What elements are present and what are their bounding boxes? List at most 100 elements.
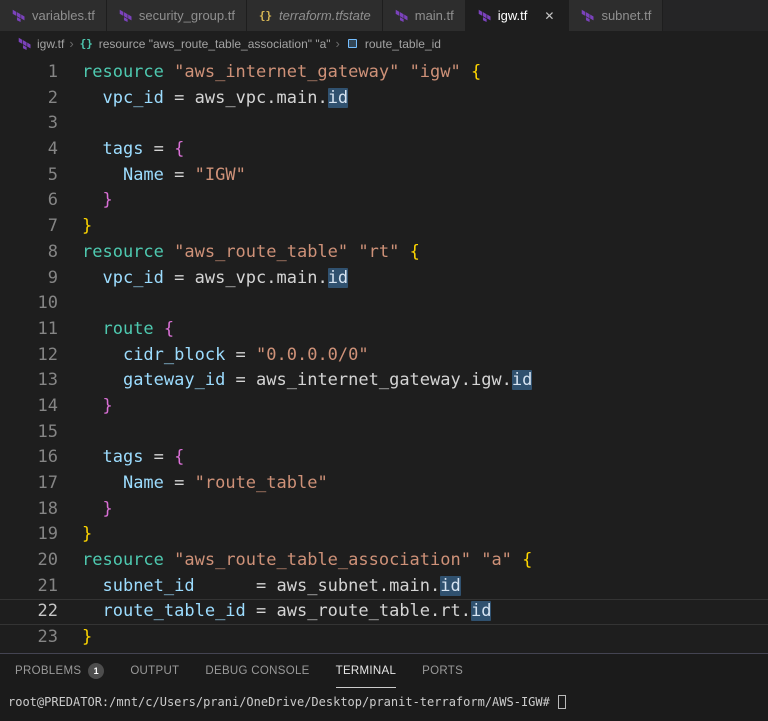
vscode-window: variables.tf security_group.tf {}terraform… <box>0 0 768 721</box>
code-text <box>58 291 82 317</box>
code-line-4[interactable]: 4 tags = { <box>0 137 768 163</box>
code-text: } <box>58 522 92 548</box>
code-line-20[interactable]: 20resource "aws_route_table_association"… <box>0 548 768 574</box>
code-editor[interactable]: 1resource "aws_internet_gateway" "igw" {… <box>0 56 768 653</box>
code-text: vpc_id = aws_vpc.main.id <box>58 266 348 292</box>
code-line-5[interactable]: 5 Name = "IGW" <box>0 163 768 189</box>
breadcrumb: igw.tf › {} resource "aws_route_table_assoc… <box>0 31 768 56</box>
code-text: resource "aws_route_table_association" "… <box>58 548 532 574</box>
code-line-12[interactable]: 12 cidr_block = "0.0.0.0/0" <box>0 343 768 369</box>
close-icon[interactable]: ✕ <box>541 8 557 24</box>
breadcrumb-item-1[interactable]: {} resource "aws_route_table_association"… <box>79 37 331 51</box>
line-number: 12 <box>0 343 58 369</box>
line-number: 18 <box>0 497 58 523</box>
code-line-10[interactable]: 10 <box>0 291 768 317</box>
code-line-2[interactable]: 2 vpc_id = aws_vpc.main.id <box>0 86 768 112</box>
code-text: route { <box>58 317 174 343</box>
tab-label: subnet.tf <box>601 8 651 23</box>
line-number: 15 <box>0 420 58 446</box>
code-text: } <box>58 188 113 214</box>
breadcrumb-item-2[interactable]: route_table_id <box>345 37 441 51</box>
editor-tab-security_group-tf[interactable]: security_group.tf <box>107 0 247 31</box>
code-line-8[interactable]: 8resource "aws_route_table" "rt" { <box>0 240 768 266</box>
code-line-23[interactable]: 23} <box>0 625 768 651</box>
code-line-11[interactable]: 11 route { <box>0 317 768 343</box>
code-line-3[interactable]: 3 <box>0 111 768 137</box>
problems-count-badge: 1 <box>88 663 104 679</box>
code-line-17[interactable]: 17 Name = "route_table" <box>0 471 768 497</box>
breadcrumb-label: route_table_id <box>365 37 441 51</box>
panel-tab-bar: PROBLEMS1 OUTPUT DEBUG CONSOLE TERMINAL PORT… <box>0 654 768 688</box>
code-text: } <box>58 394 113 420</box>
code-line-9[interactable]: 9 vpc_id = aws_vpc.main.id <box>0 266 768 292</box>
terraform-icon <box>11 9 26 22</box>
terraform-icon <box>394 9 409 22</box>
breadcrumb-separator: › <box>69 36 73 51</box>
breadcrumb-item-0[interactable]: igw.tf <box>17 37 64 51</box>
terraform-icon <box>477 9 492 22</box>
code-text: tags = { <box>58 137 184 163</box>
panel-tab-terminal[interactable]: TERMINAL <box>336 654 397 688</box>
line-number: 6 <box>0 188 58 214</box>
line-number: 21 <box>0 574 58 600</box>
code-text: tags = { <box>58 445 184 471</box>
code-line-16[interactable]: 16 tags = { <box>0 445 768 471</box>
terraform-icon <box>118 9 133 22</box>
panel-tab-ports[interactable]: PORTS <box>422 654 463 688</box>
panel-tab-problems[interactable]: PROBLEMS1 <box>15 654 104 688</box>
line-number: 4 <box>0 137 58 163</box>
code-line-14[interactable]: 14 } <box>0 394 768 420</box>
bottom-panel: PROBLEMS1 OUTPUT DEBUG CONSOLE TERMINAL PORT… <box>0 653 768 721</box>
tab-label: variables.tf <box>32 8 95 23</box>
tab-label: security_group.tf <box>139 8 235 23</box>
line-number: 17 <box>0 471 58 497</box>
editor-tab-terraform-tfstate[interactable]: {}terraform.tfstate <box>247 0 383 31</box>
line-number: 5 <box>0 163 58 189</box>
symbol-namespace-icon: {} <box>79 37 94 50</box>
code-text: resource "aws_route_table" "rt" { <box>58 240 420 266</box>
terminal-cursor <box>558 695 566 709</box>
code-line-15[interactable]: 15 <box>0 420 768 446</box>
tab-label: main.tf <box>415 8 454 23</box>
code-text <box>58 111 82 137</box>
code-line-19[interactable]: 19} <box>0 522 768 548</box>
breadcrumb-separator: › <box>336 36 340 51</box>
line-number: 19 <box>0 522 58 548</box>
code-text: Name = "route_table" <box>58 471 328 497</box>
editor-tab-igw-tf[interactable]: igw.tf✕ <box>466 0 570 31</box>
panel-tab-label: DEBUG CONSOLE <box>205 665 309 677</box>
code-line-18[interactable]: 18 } <box>0 497 768 523</box>
line-number: 9 <box>0 266 58 292</box>
symbol-field-icon <box>345 39 360 48</box>
editor-tab-main-tf[interactable]: main.tf <box>383 0 466 31</box>
panel-tab-output[interactable]: OUTPUT <box>130 654 179 688</box>
code-line-13[interactable]: 13 gateway_id = aws_internet_gateway.igw… <box>0 368 768 394</box>
code-text: } <box>58 625 92 651</box>
panel-tab-label: PORTS <box>422 665 463 677</box>
code-text: } <box>58 497 113 523</box>
line-number: 2 <box>0 86 58 112</box>
editor-tab-variables-tf[interactable]: variables.tf <box>0 0 107 31</box>
breadcrumb-label: resource "aws_route_table_association" "… <box>99 37 331 51</box>
panel-tab-debug-console[interactable]: DEBUG CONSOLE <box>205 654 309 688</box>
code-text: gateway_id = aws_internet_gateway.igw.id <box>58 368 532 394</box>
code-text: resource "aws_internet_gateway" "igw" { <box>58 60 481 86</box>
terminal[interactable]: root@PREDATOR:/mnt/c/Users/prani/OneDriv… <box>0 688 768 709</box>
terraform-icon <box>580 9 595 22</box>
code-text: vpc_id = aws_vpc.main.id <box>58 86 348 112</box>
line-number: 3 <box>0 111 58 137</box>
terminal-prompt: root@PREDATOR:/mnt/c/Users/prani/OneDriv… <box>8 695 550 709</box>
line-number: 20 <box>0 548 58 574</box>
code-line-7[interactable]: 7} <box>0 214 768 240</box>
code-line-6[interactable]: 6 } <box>0 188 768 214</box>
code-line-1[interactable]: 1resource "aws_internet_gateway" "igw" { <box>0 60 768 86</box>
line-number: 7 <box>0 214 58 240</box>
code-line-21[interactable]: 21 subnet_id = aws_subnet.main.id <box>0 574 768 600</box>
editor-tab-bar: variables.tf security_group.tf {}terraform… <box>0 0 768 31</box>
panel-tab-label: OUTPUT <box>130 665 179 677</box>
code-text: subnet_id = aws_subnet.main.id <box>58 574 461 600</box>
code-text: cidr_block = "0.0.0.0/0" <box>58 343 369 369</box>
code-line-22[interactable]: 22 route_table_id = aws_route_table.rt.i… <box>0 599 768 625</box>
editor-tab-subnet-tf[interactable]: subnet.tf <box>569 0 663 31</box>
line-number: 13 <box>0 368 58 394</box>
